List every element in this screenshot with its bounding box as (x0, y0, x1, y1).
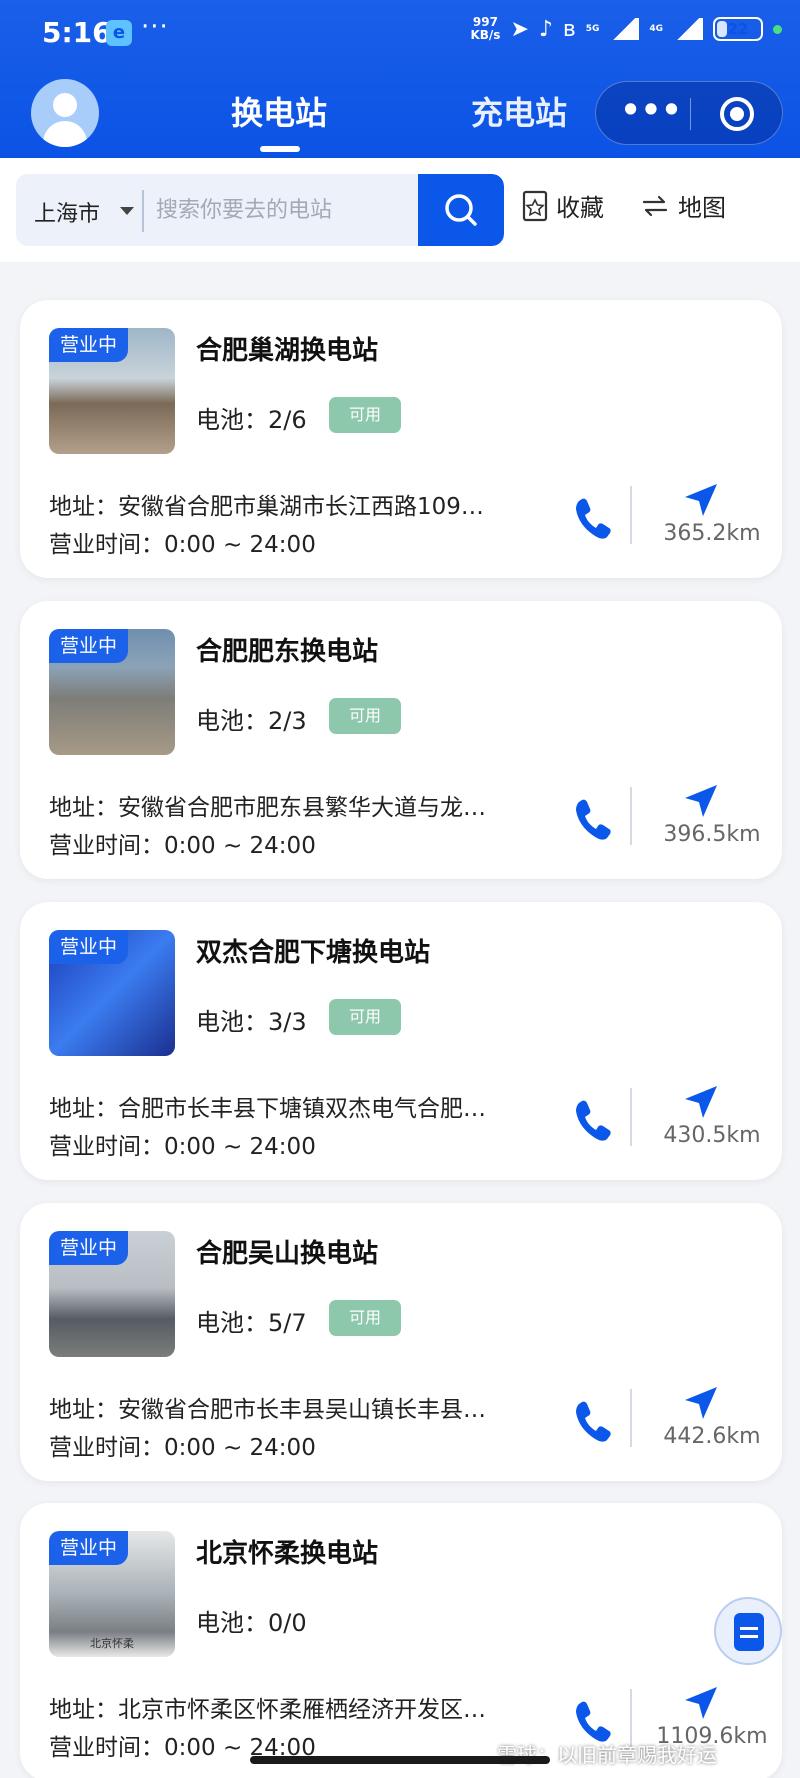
action-divider (630, 787, 632, 845)
signal-5g-label: 5G (585, 23, 600, 34)
search-button[interactable] (418, 174, 504, 246)
station-photo[interactable]: 营业中 (49, 328, 175, 454)
signal-icon (609, 18, 640, 40)
chevron-down-icon[interactable] (120, 207, 134, 215)
bluetooth-icon: ʙ (562, 16, 576, 42)
search-icon (445, 194, 477, 226)
available-badge: 可用 (329, 1300, 401, 1336)
navigation-icon[interactable] (683, 1385, 719, 1421)
tab-swap-station[interactable]: 换电站 (231, 88, 327, 134)
station-distance: 442.6km (663, 1424, 761, 1449)
search-input[interactable] (156, 188, 426, 232)
station-distance: 365.2km (663, 521, 761, 546)
station-name: 双杰合肥下塘换电站 (196, 938, 431, 968)
search-divider (142, 190, 144, 232)
station-address: 地址：安徽省合肥市巢湖市长江西路109… (49, 494, 484, 520)
station-name: 合肥巢湖换电站 (196, 336, 379, 366)
more-menu-button[interactable]: ••• (616, 92, 686, 136)
station-photo[interactable]: 营业中 (49, 629, 175, 755)
nfc-icon: ♪ (538, 16, 553, 42)
action-divider (630, 1088, 632, 1146)
location-icon: ➤ (510, 16, 529, 42)
map-button[interactable]: 地图 (640, 188, 726, 223)
station-card[interactable]: 营业中 双杰合肥下塘换电站 电池：3/3 可用地址：合肥市长丰县下塘镇双杰电气合肥… 营… (20, 902, 782, 1180)
phone-icon[interactable] (573, 495, 613, 539)
app-header: 5:16 e ··· 997 KB/s ➤ ♪ ʙ 5G 4G 22 换电站 充… (0, 0, 800, 158)
favorites-label: 收藏 (556, 194, 604, 222)
document-icon (734, 1613, 764, 1651)
bookmark-icon (522, 190, 548, 221)
station-address: 地址：安徽省合肥市肥东县繁华大道与龙… (49, 795, 486, 821)
close-miniprogram-icon[interactable] (720, 97, 754, 131)
navigation-icon[interactable] (683, 1084, 719, 1120)
navigation-icon[interactable] (683, 482, 719, 518)
station-address: 地址：安徽省合肥市长丰县吴山镇长丰县… (49, 1397, 486, 1423)
tab-charge-station[interactable]: 充电站 (471, 88, 567, 134)
battery-count: 电池：3/3 (196, 1008, 307, 1036)
app-notification-icon: e (106, 20, 132, 46)
status-badge: 营业中 (49, 930, 129, 964)
station-card[interactable]: 营业中 北京怀柔 北京怀柔换电站 电池：0/0 地址：北京市怀柔区怀柔雁栖经济开发区… 营… (20, 1503, 782, 1778)
phone-icon[interactable] (573, 1698, 613, 1742)
station-name: 合肥吴山换电站 (196, 1239, 379, 1269)
status-badge: 营业中 (49, 1531, 129, 1565)
status-time: 5:16 (42, 16, 112, 49)
action-divider (630, 1389, 632, 1447)
search-box: 上海市 (16, 174, 504, 246)
city-selector[interactable]: 上海市 (34, 196, 100, 228)
station-address: 地址：北京市怀柔区怀柔雁栖经济开发区… (49, 1697, 486, 1723)
status-bar: 5:16 e ··· 997 KB/s ➤ ♪ ʙ 5G 4G 22 (0, 0, 800, 70)
avatar[interactable] (31, 79, 99, 147)
phone-icon[interactable] (573, 796, 613, 840)
net-speed: 997 KB/s (470, 15, 501, 42)
navigation-icon[interactable] (683, 1685, 719, 1721)
opening-hours: 营业时间：0:00 ~ 24:00 (49, 1134, 316, 1160)
signal-4g-label: 4G (649, 23, 663, 34)
opening-hours: 营业时间：0:00 ~ 24:00 (49, 833, 316, 859)
battery-count: 电池：0/0 (196, 1609, 307, 1637)
status-badge: 营业中 (49, 328, 129, 362)
station-photo[interactable]: 营业中 (49, 930, 175, 1056)
photo-caption: 北京怀柔 (90, 1637, 134, 1650)
battery-count: 电池：2/6 (196, 406, 307, 434)
switch-icon (642, 195, 668, 216)
floating-document-button[interactable] (714, 1597, 782, 1665)
battery-count: 电池：5/7 (196, 1309, 307, 1337)
station-photo[interactable]: 营业中 (49, 1231, 175, 1357)
phone-icon[interactable] (573, 1398, 613, 1442)
station-distance: 430.5km (663, 1123, 761, 1148)
signal-icon (673, 18, 703, 40)
station-photo[interactable]: 营业中北京怀柔 (49, 1531, 175, 1657)
status-icons: 997 KB/s ➤ ♪ ʙ 5G 4G 22 (470, 16, 782, 42)
station-name: 合肥肥东换电站 (196, 637, 379, 667)
opening-hours: 营业时间：0:00 ~ 24:00 (49, 532, 316, 558)
station-card[interactable]: 营业中 合肥吴山换电站 电池：5/7 可用地址：安徽省合肥市长丰县吴山镇长丰县… 营业时… (20, 1203, 782, 1481)
favorites-button[interactable]: 收藏 (522, 188, 604, 223)
station-card[interactable]: 营业中 合肥巢湖换电站 电池：2/6 可用地址：安徽省合肥市巢湖市长江西路109… 营业… (20, 300, 782, 578)
available-badge: 可用 (329, 397, 401, 433)
action-divider (630, 486, 632, 544)
available-badge: 可用 (329, 999, 401, 1035)
available-badge: 可用 (329, 698, 401, 734)
miniprogram-capsule: ••• (595, 81, 783, 145)
station-name: 北京怀柔换电站 (196, 1539, 379, 1569)
capsule-divider (690, 98, 691, 130)
phone-icon[interactable] (573, 1097, 613, 1141)
status-badge: 营业中 (49, 1231, 129, 1265)
privacy-dot-icon (773, 24, 782, 34)
battery-count: 电池：2/3 (196, 707, 307, 735)
more-notifications-icon: ··· (141, 12, 169, 42)
status-badge: 营业中 (49, 629, 129, 663)
map-label: 地图 (678, 194, 726, 222)
station-card[interactable]: 营业中 合肥肥东换电站 电池：2/3 可用地址：安徽省合肥市肥东县繁华大道与龙… 营业时… (20, 601, 782, 879)
active-tab-indicator (260, 146, 300, 152)
navigation-icon[interactable] (683, 783, 719, 819)
station-address: 地址：合肥市长丰县下塘镇双杰电气合肥… (49, 1096, 486, 1122)
battery-icon: 22 (713, 17, 763, 41)
station-distance: 396.5km (663, 822, 761, 847)
search-bar: 上海市 收藏 地图 (0, 158, 800, 262)
opening-hours: 营业时间：0:00 ~ 24:00 (49, 1435, 316, 1461)
home-indicator[interactable] (250, 1756, 550, 1764)
